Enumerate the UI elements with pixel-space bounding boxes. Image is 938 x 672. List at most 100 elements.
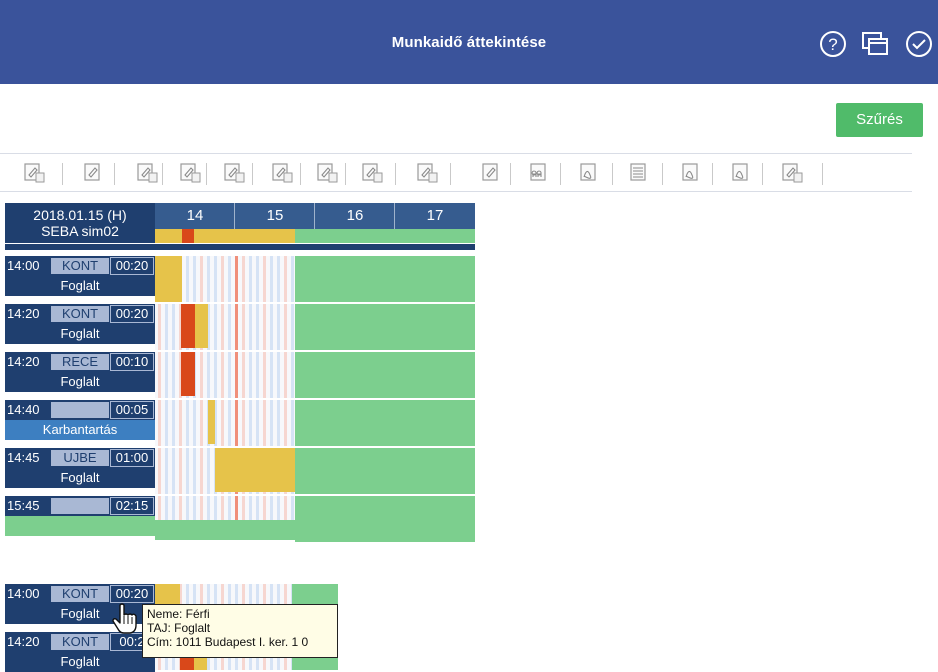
appointment-status[interactable]: Foglalt — [5, 372, 155, 392]
appointment-header[interactable]: 15:45 02:15 — [5, 496, 155, 516]
appointment-status[interactable]: Karbantartás — [5, 420, 155, 440]
appointment-status[interactable]: Foglalt — [5, 468, 155, 488]
appointment-duration: 00:20 — [110, 257, 154, 275]
free-slot — [295, 352, 475, 398]
appointment-header[interactable]: 14:00 KONT 00:20 — [5, 256, 155, 276]
stack-icon[interactable] — [628, 161, 652, 185]
free-slot — [295, 448, 475, 494]
appointment-type: KONT — [51, 634, 109, 650]
appointment-duration: 02:15 — [110, 497, 154, 515]
hour-cell: 14 — [155, 203, 235, 229]
pdf-icon[interactable] — [680, 161, 704, 185]
appointment-header[interactable]: 14:40 00:05 — [5, 400, 155, 420]
toolbar-bottom-divider — [0, 191, 912, 192]
free-slot — [155, 520, 295, 540]
appointment-time: 14:45 — [7, 450, 40, 465]
hour-cell: 17 — [395, 203, 475, 229]
toolbar-separator — [345, 163, 346, 185]
toolbar — [0, 155, 912, 191]
copy-add-icon[interactable] — [270, 161, 294, 185]
toolbar-separator — [450, 163, 451, 185]
tooltip-gender: Neme: Férfi — [147, 607, 210, 621]
toolbar-separator — [252, 163, 253, 185]
appointment-duration: 00:20 — [110, 305, 154, 323]
free-slot — [295, 400, 475, 446]
pdf-icon[interactable] — [730, 161, 754, 185]
app-header: Munkaidő áttekintése ? — [0, 0, 938, 84]
appointment-status[interactable]: Foglalt — [5, 652, 155, 672]
appointment-time: 15:45 — [7, 498, 40, 513]
hour-cell: 15 — [235, 203, 315, 229]
edit-icon[interactable] — [480, 161, 504, 185]
toolbar-separator — [62, 163, 63, 185]
appointment-type: KONT — [51, 258, 109, 274]
edit-icon[interactable] — [82, 161, 106, 185]
free-slot — [295, 256, 475, 302]
people-doc-icon[interactable] — [528, 161, 552, 185]
appointment-duration: 00:20 — [110, 585, 154, 603]
appointment-time: 14:20 — [7, 634, 40, 649]
hour-separator — [394, 203, 395, 229]
appointment-header[interactable]: 14:00 KONT 00:20 — [5, 584, 155, 604]
toolbar-separator — [206, 163, 207, 185]
busy-bar — [195, 304, 208, 348]
appointment-status[interactable] — [5, 516, 155, 536]
conflict-bar — [181, 304, 195, 348]
toolbar-separator — [662, 163, 663, 185]
add-lock-icon[interactable] — [178, 161, 202, 185]
appointment-header[interactable]: 14:20 RECE 00:10 — [5, 352, 155, 372]
hand-cursor-icon — [112, 603, 137, 634]
copy-edit-add-icon[interactable] — [360, 161, 384, 185]
toolbar-separator — [395, 163, 396, 185]
hour-cell: 16 — [315, 203, 395, 229]
appointment-header[interactable]: 14:45 UJBE 01:00 — [5, 448, 155, 468]
appointment-duration: 00:10 — [110, 353, 154, 371]
appointment-time: 14:40 — [7, 402, 40, 417]
appointment-time: 14:20 — [7, 306, 40, 321]
appointment-type — [51, 498, 109, 514]
appointment-duration: 00:05 — [110, 401, 154, 419]
conflict-bar — [181, 352, 195, 396]
appointment-duration: 01:00 — [110, 449, 154, 467]
toolbar-separator — [114, 163, 115, 185]
appointment-status[interactable]: Foglalt — [5, 276, 155, 296]
copy-doc-icon[interactable] — [135, 161, 159, 185]
appointment-time: 14:00 — [7, 586, 40, 601]
appointment-type: UJBE — [51, 450, 109, 466]
timeline-date-header: 2018.01.15 (H) SEBA sim02 — [5, 203, 155, 243]
edit-lock-icon[interactable] — [22, 161, 46, 185]
filter-button[interactable]: Szűrés — [836, 103, 923, 137]
appointment-time: 14:20 — [7, 354, 40, 369]
pdf-icon[interactable] — [578, 161, 602, 185]
doc-add-icon[interactable] — [415, 161, 439, 185]
window-icon[interactable] — [860, 29, 890, 59]
toolbar-separator — [560, 163, 561, 185]
timeline-date: 2018.01.15 (H) — [33, 207, 127, 223]
maintenance-bar — [208, 400, 215, 444]
appointment-type: KONT — [51, 306, 109, 322]
check-icon[interactable] — [904, 29, 934, 59]
hour-separator — [314, 203, 315, 229]
toolbar-separator — [762, 163, 763, 185]
copy-edit-icon[interactable] — [315, 161, 339, 185]
appointment-time: 14:00 — [7, 258, 40, 273]
appointment-type — [51, 402, 109, 418]
toolbar-separator — [162, 163, 163, 185]
toolbar-separator — [612, 163, 613, 185]
appointment-header[interactable]: 14:20 KONT 00:2 — [5, 632, 155, 652]
occupancy-strip-busy — [155, 229, 295, 243]
timeline-resource: SEBA sim02 — [41, 223, 119, 239]
busy-bar — [155, 256, 182, 302]
appointment-type: RECE — [51, 354, 109, 370]
free-slot — [295, 496, 475, 542]
occupancy-strip-conflict — [182, 229, 194, 243]
occupancy-strip-free — [295, 229, 475, 243]
page-title: Munkaidő áttekintése — [391, 34, 547, 51]
toolbar-separator — [712, 163, 713, 185]
appointment-status[interactable]: Foglalt — [5, 324, 155, 344]
help-icon[interactable]: ? — [818, 29, 848, 59]
edit-lock-icon[interactable] — [222, 161, 246, 185]
appointment-header[interactable]: 14:20 KONT 00:20 — [5, 304, 155, 324]
free-slot — [295, 304, 475, 350]
doc-lock-icon[interactable] — [780, 161, 804, 185]
